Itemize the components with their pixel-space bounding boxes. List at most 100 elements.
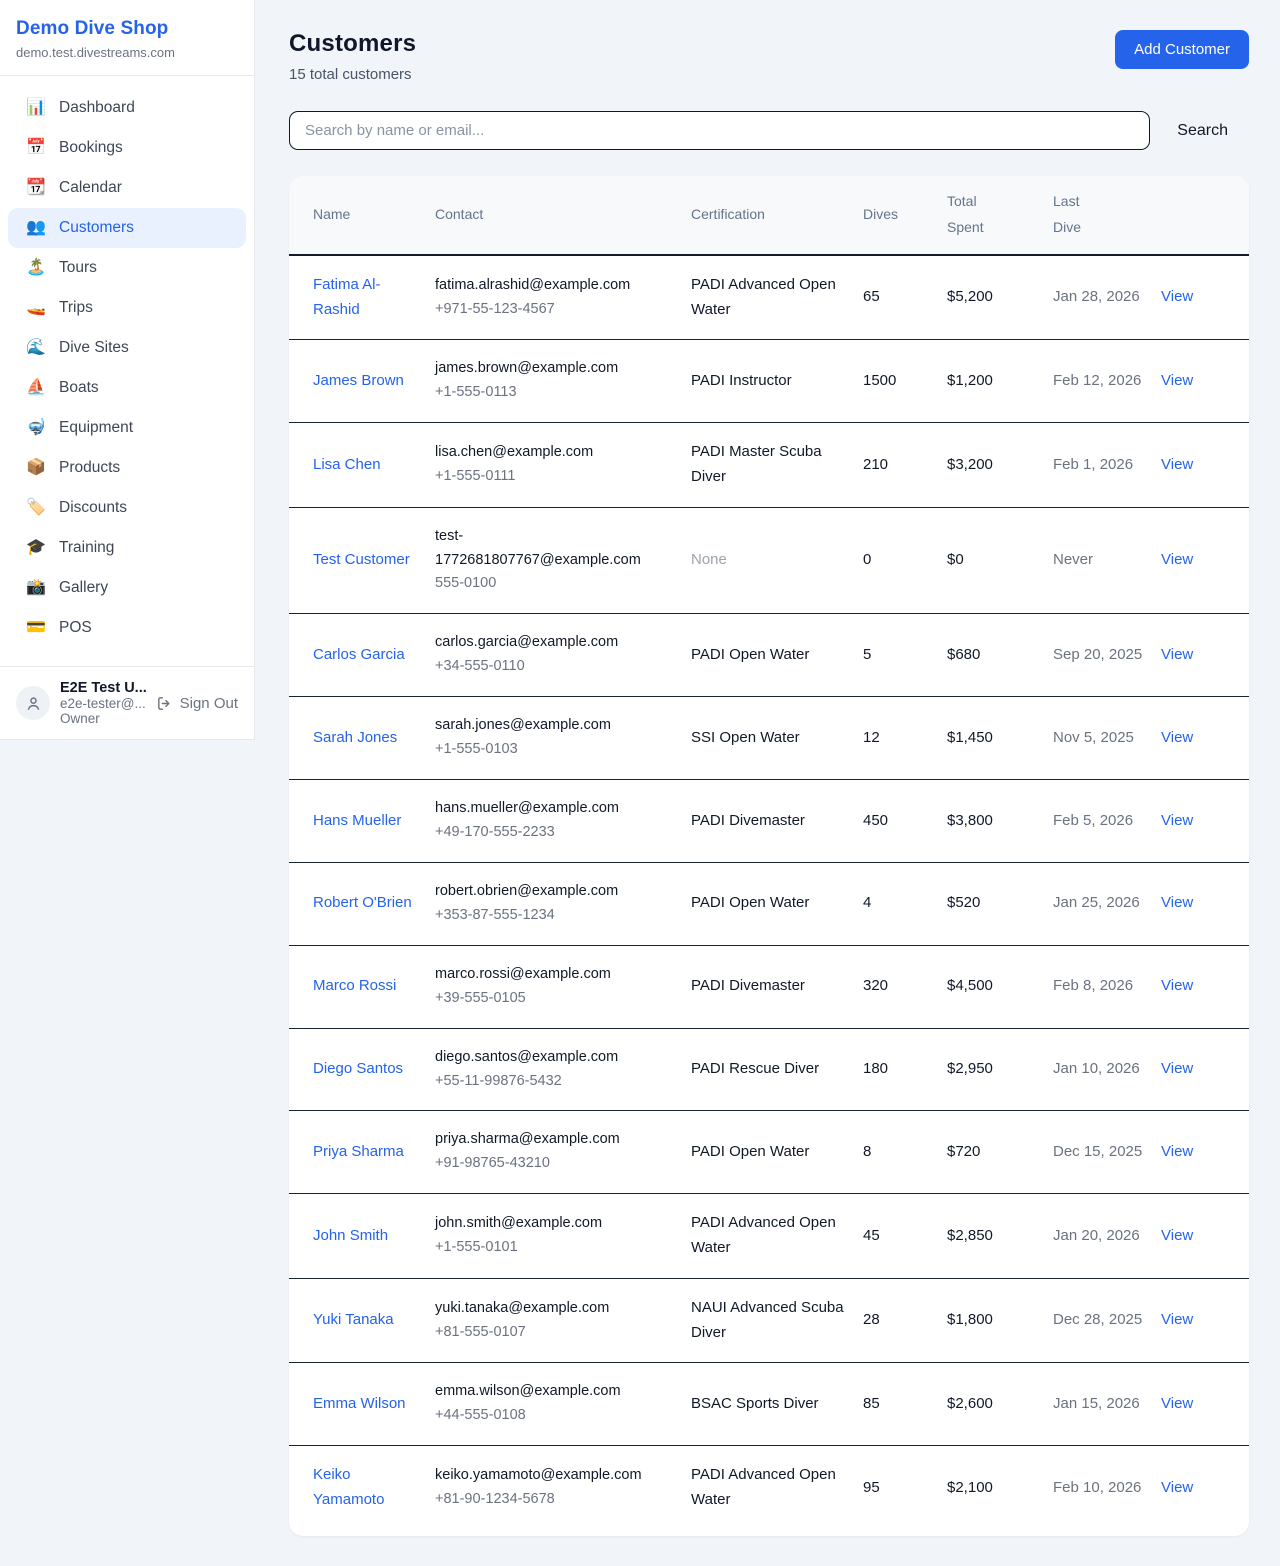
contact-cell: marco.rossi@example.com +39-555-0105	[435, 945, 691, 1028]
total-spent: $1,800	[947, 1311, 993, 1328]
sidebar-item-dive-sites[interactable]: 🌊 Dive Sites	[8, 328, 246, 368]
sidebar-item-bookings[interactable]: 📅 Bookings	[8, 128, 246, 168]
sidebar-item-training[interactable]: 🎓 Training	[8, 528, 246, 568]
page-title: Customers	[289, 30, 416, 58]
customer-name-link[interactable]: Carlos Garcia	[313, 646, 405, 663]
sign-out-icon	[156, 695, 173, 712]
column-header-dives: Dives	[863, 176, 947, 255]
view-customer-link[interactable]: View	[1161, 1311, 1193, 1328]
search-button[interactable]: Search	[1177, 122, 1228, 140]
dives-count: 28	[863, 1311, 880, 1328]
customer-name-link[interactable]: Keiko Yamamoto	[313, 1466, 384, 1508]
customer-email: yuki.tanaka@example.com	[435, 1297, 661, 1321]
view-customer-link[interactable]: View	[1161, 646, 1193, 663]
customer-phone: +49-170-555-2233	[435, 821, 661, 845]
customer-email: james.brown@example.com	[435, 357, 661, 381]
sign-out-button[interactable]: Sign Out	[156, 695, 238, 712]
sidebar-item-products[interactable]: 📦 Products	[8, 448, 246, 488]
dives-count: 85	[863, 1395, 880, 1412]
avatar	[16, 686, 50, 720]
customer-phone: +1-555-0113	[435, 381, 661, 405]
view-customer-link[interactable]: View	[1161, 1060, 1193, 1077]
contact-cell: yuki.tanaka@example.com +81-555-0107	[435, 1278, 691, 1363]
customer-phone: +1-555-0101	[435, 1236, 661, 1260]
view-customer-link[interactable]: View	[1161, 894, 1193, 911]
customer-email: robert.obrien@example.com	[435, 880, 661, 904]
customer-name-link[interactable]: James Brown	[313, 372, 404, 389]
bookings-icon: 📅	[26, 140, 46, 156]
certification: PADI Open Water	[691, 646, 809, 663]
view-customer-link[interactable]: View	[1161, 1479, 1193, 1496]
certification: NAUI Advanced Scuba Diver	[691, 1299, 844, 1341]
contact-cell: test-1772681807767@example.com 555-0100	[435, 507, 691, 614]
calendar-icon: 📆	[26, 180, 46, 196]
table-row: Marco Rossi marco.rossi@example.com +39-…	[289, 945, 1249, 1028]
user-name: E2E Test U...	[60, 680, 146, 696]
customer-name-link[interactable]: Diego Santos	[313, 1060, 403, 1077]
view-customer-link[interactable]: View	[1161, 1395, 1193, 1412]
customer-name-link[interactable]: Marco Rossi	[313, 977, 396, 994]
sidebar-item-discounts[interactable]: 🏷️ Discounts	[8, 488, 246, 528]
total-spent: $5,200	[947, 288, 993, 305]
customer-name-link[interactable]: Fatima Al-Rashid	[313, 276, 381, 318]
table-row: Keiko Yamamoto keiko.yamamoto@example.co…	[289, 1446, 1249, 1530]
view-customer-link[interactable]: View	[1161, 812, 1193, 829]
certification: PADI Instructor	[691, 372, 792, 389]
customer-name-link[interactable]: Emma Wilson	[313, 1395, 406, 1412]
last-dive-date: Feb 8, 2026	[1053, 977, 1133, 994]
customer-phone: +55-11-99876-5432	[435, 1070, 661, 1094]
customer-phone: +34-555-0110	[435, 655, 661, 679]
last-dive-date: Jan 28, 2026	[1053, 288, 1140, 305]
column-header-total-spent: Total Spent	[947, 176, 1053, 255]
sidebar-item-tours[interactable]: 🏝️ Tours	[8, 248, 246, 288]
products-icon: 📦	[26, 460, 46, 476]
customer-name-link[interactable]: Yuki Tanaka	[313, 1311, 394, 1328]
customer-name-link[interactable]: Hans Mueller	[313, 812, 401, 829]
sidebar-item-trips[interactable]: 🚤 Trips	[8, 288, 246, 328]
customer-email: keiko.yamamoto@example.com	[435, 1464, 661, 1488]
contact-cell: hans.mueller@example.com +49-170-555-223…	[435, 780, 691, 863]
customer-name-link[interactable]: Lisa Chen	[313, 456, 381, 473]
sidebar-item-equipment[interactable]: 🤿 Equipment	[8, 408, 246, 448]
view-customer-link[interactable]: View	[1161, 1227, 1193, 1244]
sidebar-item-gallery[interactable]: 📸 Gallery	[8, 568, 246, 608]
sidebar-item-label: Tours	[59, 259, 97, 277]
contact-cell: robert.obrien@example.com +353-87-555-12…	[435, 862, 691, 945]
view-customer-link[interactable]: View	[1161, 551, 1193, 568]
view-customer-link[interactable]: View	[1161, 729, 1193, 746]
search-input[interactable]	[289, 111, 1150, 150]
sidebar-nav: 📊 Dashboard 📅 Bookings 📆 Calendar 👥 Cust…	[0, 76, 254, 658]
view-customer-link[interactable]: View	[1161, 977, 1193, 994]
view-customer-link[interactable]: View	[1161, 1143, 1193, 1160]
table-row: Diego Santos diego.santos@example.com +5…	[289, 1028, 1249, 1111]
sidebar-item-calendar[interactable]: 📆 Calendar	[8, 168, 246, 208]
customer-email: diego.santos@example.com	[435, 1046, 661, 1070]
view-customer-link[interactable]: View	[1161, 372, 1193, 389]
sidebar-item-dashboard[interactable]: 📊 Dashboard	[8, 88, 246, 128]
dives-count: 12	[863, 729, 880, 746]
view-customer-link[interactable]: View	[1161, 456, 1193, 473]
customer-phone: +39-555-0105	[435, 987, 661, 1011]
last-dive-date: Feb 5, 2026	[1053, 812, 1133, 829]
customer-phone: +81-555-0107	[435, 1321, 661, 1345]
customer-email: sarah.jones@example.com	[435, 714, 661, 738]
contact-cell: john.smith@example.com +1-555-0101	[435, 1194, 691, 1279]
sidebar-item-boats[interactable]: ⛵ Boats	[8, 368, 246, 408]
last-dive-date: Feb 10, 2026	[1053, 1479, 1141, 1496]
trips-icon: 🚤	[26, 300, 46, 316]
customer-name-link[interactable]: Test Customer	[313, 551, 410, 568]
gallery-icon: 📸	[26, 580, 46, 596]
customer-name-link[interactable]: Priya Sharma	[313, 1143, 404, 1160]
view-customer-link[interactable]: View	[1161, 288, 1193, 305]
sidebar-item-customers[interactable]: 👥 Customers	[8, 208, 246, 248]
column-header-name: Name	[289, 176, 435, 255]
certification: PADI Divemaster	[691, 812, 805, 829]
total-spent: $2,850	[947, 1227, 993, 1244]
customer-name-link[interactable]: Sarah Jones	[313, 729, 397, 746]
add-customer-button[interactable]: Add Customer	[1115, 30, 1249, 69]
customer-name-link[interactable]: John Smith	[313, 1227, 388, 1244]
sidebar-item-pos[interactable]: 💳 POS	[8, 608, 246, 648]
total-spent: $520	[947, 894, 980, 911]
customer-name-link[interactable]: Robert O'Brien	[313, 894, 412, 911]
dives-count: 450	[863, 812, 888, 829]
